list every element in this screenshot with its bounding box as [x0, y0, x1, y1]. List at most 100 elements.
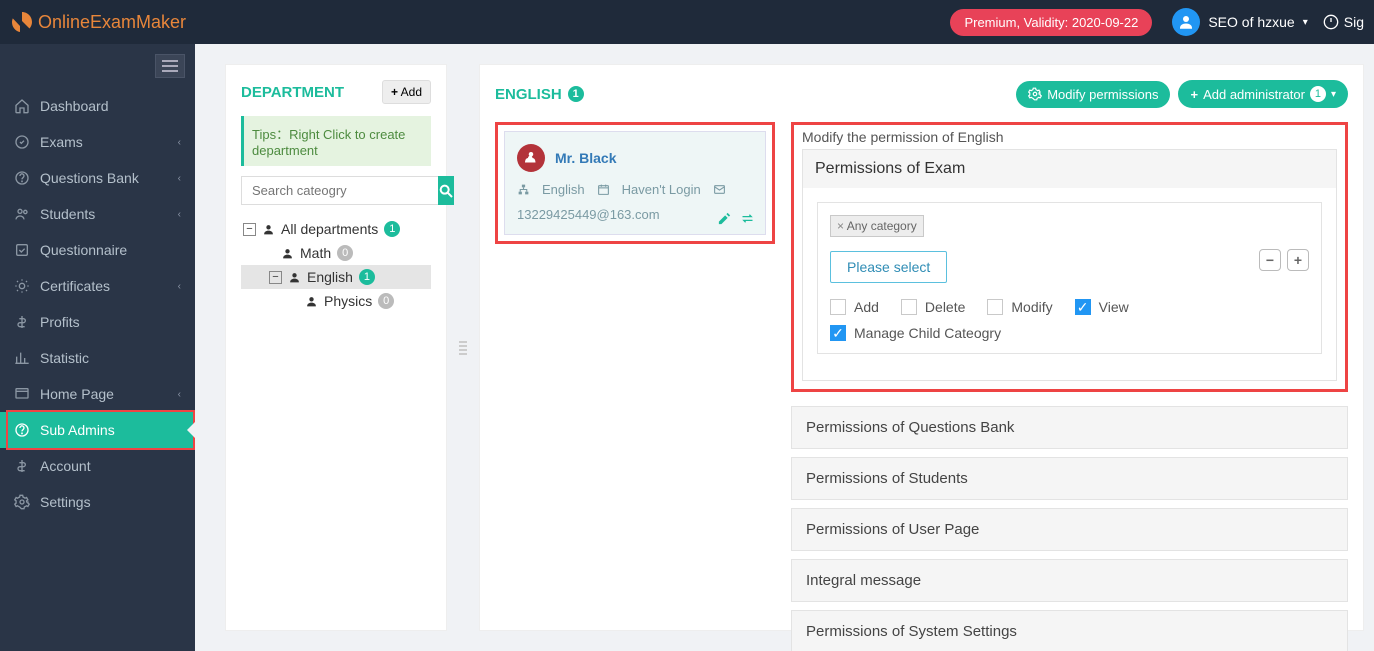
- nav-statistic[interactable]: Statistic: [0, 340, 195, 376]
- search-button[interactable]: [438, 176, 454, 205]
- nav-label: Certificates: [40, 278, 110, 294]
- checkbox[interactable]: [987, 299, 1003, 315]
- department-tree: − All departments 1 Math 0 − English 1: [241, 217, 431, 313]
- collapse-all-icon[interactable]: −: [1259, 249, 1281, 271]
- nav-exams[interactable]: Exams ‹: [0, 124, 195, 160]
- category-tag[interactable]: × Any category: [830, 215, 924, 237]
- nav-label: Statistic: [40, 350, 89, 366]
- premium-badge[interactable]: Premium, Validity: 2020-09-22: [950, 9, 1152, 36]
- add-department-button[interactable]: + Add: [382, 80, 431, 104]
- perm-view[interactable]: ✓View: [1075, 299, 1129, 315]
- sitemap-icon: [517, 183, 530, 196]
- sidebar: Dashboard Exams ‹ Questions Bank ‹ Student…: [0, 44, 195, 651]
- admin-avatar: [517, 144, 545, 172]
- add-administrator-button[interactable]: +Add administrator 1 ▾: [1178, 80, 1348, 108]
- count-badge: 1: [359, 269, 375, 285]
- avatar: [1172, 8, 1200, 36]
- header: OnlineExamMaker Premium, Validity: 2020-…: [0, 0, 1374, 44]
- sign-button[interactable]: Sig: [1323, 14, 1364, 30]
- admin-card[interactable]: Mr. Black English Haven't Login 13229425…: [504, 131, 766, 235]
- nav-sub-admins[interactable]: Sub Admins: [0, 412, 195, 448]
- count-badge: 1: [1310, 86, 1326, 102]
- count-badge: 1: [384, 221, 400, 237]
- sidebar-toggle[interactable]: [155, 54, 185, 78]
- perm-add[interactable]: Add: [830, 299, 879, 315]
- collapse-icon[interactable]: −: [243, 223, 256, 236]
- logo[interactable]: OnlineExamMaker: [10, 10, 186, 34]
- admin-login: Haven't Login: [622, 182, 701, 197]
- tree-all-departments[interactable]: − All departments 1: [241, 217, 431, 241]
- admin-card-highlight: Mr. Black English Haven't Login 13229425…: [495, 122, 775, 244]
- perm-section-integral[interactable]: Integral message: [791, 559, 1348, 602]
- chevron-down-icon: ▾: [1303, 17, 1308, 28]
- modify-permission-title: Modify the permission of English: [802, 129, 1337, 145]
- nav-settings[interactable]: Settings: [0, 484, 195, 520]
- user-menu[interactable]: SEO of hzxue ▾: [1172, 8, 1307, 36]
- nav-label: Sub Admins: [40, 422, 115, 438]
- tree-label: Physics: [324, 293, 372, 309]
- nav-label: Settings: [40, 494, 91, 510]
- transfer-icon[interactable]: [740, 211, 755, 226]
- count-badge: 1: [568, 86, 584, 102]
- sign-label: Sig: [1344, 14, 1364, 30]
- permissions-exam-section: Permissions of Exam × Any category Pleas…: [802, 149, 1337, 381]
- nav-label: Home Page: [40, 386, 114, 402]
- chevron-left-icon: ‹: [178, 137, 181, 148]
- edit-icon[interactable]: [717, 211, 732, 226]
- nav-questionnaire[interactable]: Questionnaire: [0, 232, 195, 268]
- nav-profits[interactable]: Profits: [0, 304, 195, 340]
- tree-english[interactable]: − English 1: [241, 265, 431, 289]
- nav-label: Account: [40, 458, 91, 474]
- user-name: SEO of hzxue: [1208, 14, 1294, 30]
- checkbox-checked[interactable]: ✓: [1075, 299, 1091, 315]
- tree-math[interactable]: Math 0: [241, 241, 431, 265]
- count-badge: 0: [378, 293, 394, 309]
- checkbox-checked[interactable]: ✓: [830, 325, 846, 341]
- chevron-left-icon: ‹: [178, 173, 181, 184]
- chevron-left-icon: ‹: [178, 281, 181, 292]
- resize-handle[interactable]: [459, 64, 467, 631]
- nav-label: Exams: [40, 134, 83, 150]
- tree-label: All departments: [281, 221, 378, 237]
- count-badge: 0: [337, 245, 353, 261]
- section-header[interactable]: Permissions of Exam: [803, 150, 1336, 188]
- chevron-down-icon: ▾: [1331, 89, 1336, 100]
- nav-account[interactable]: Account: [0, 448, 195, 484]
- expand-all-icon[interactable]: +: [1287, 249, 1309, 271]
- tree-physics[interactable]: Physics 0: [241, 289, 431, 313]
- perm-modify[interactable]: Modify: [987, 299, 1052, 315]
- collapse-icon[interactable]: −: [269, 271, 282, 284]
- calendar-icon: [597, 183, 610, 196]
- nav-label: Questionnaire: [40, 242, 127, 258]
- department-title: DEPARTMENT: [241, 84, 344, 101]
- checkbox[interactable]: [830, 299, 846, 315]
- nav-questions-bank[interactable]: Questions Bank ‹: [0, 160, 195, 196]
- perm-manage-child[interactable]: ✓Manage Child Cateogry: [830, 325, 1001, 341]
- envelope-icon: [713, 183, 726, 196]
- main-panel: ENGLISH 1 Modify permissions +Add admini…: [479, 64, 1364, 631]
- admin-name: Mr. Black: [555, 150, 616, 166]
- search-input[interactable]: [241, 176, 438, 205]
- nav-students[interactable]: Students ‹: [0, 196, 195, 232]
- nav-dashboard[interactable]: Dashboard: [0, 88, 195, 124]
- remove-tag-icon[interactable]: ×: [837, 219, 844, 233]
- nav-label: Students: [40, 206, 95, 222]
- checkbox[interactable]: [901, 299, 917, 315]
- modify-permissions-button[interactable]: Modify permissions: [1016, 81, 1170, 108]
- perm-section-questions-bank[interactable]: Permissions of Questions Bank: [791, 406, 1348, 449]
- perm-section-settings[interactable]: Permissions of System Settings: [791, 610, 1348, 651]
- chevron-left-icon: ‹: [178, 209, 181, 220]
- panel-title: ENGLISH 1: [495, 86, 584, 103]
- nav-label: Questions Bank: [40, 170, 139, 186]
- nav-home-page[interactable]: Home Page‹: [0, 376, 195, 412]
- nav-certificates[interactable]: Certificates ‹: [0, 268, 195, 304]
- perm-section-user-page[interactable]: Permissions of User Page: [791, 508, 1348, 551]
- category-block: × Any category Please select − +: [817, 202, 1322, 354]
- department-panel: DEPARTMENT + Add Tips：Right Click to cre…: [225, 64, 447, 631]
- tree-label: English: [307, 269, 353, 285]
- tip-text: Tips：Right Click to create department: [241, 116, 431, 166]
- permission-highlight: Modify the permission of English Permiss…: [791, 122, 1348, 392]
- perm-section-students[interactable]: Permissions of Students: [791, 457, 1348, 500]
- perm-delete[interactable]: Delete: [901, 299, 965, 315]
- please-select-button[interactable]: Please select: [830, 251, 947, 283]
